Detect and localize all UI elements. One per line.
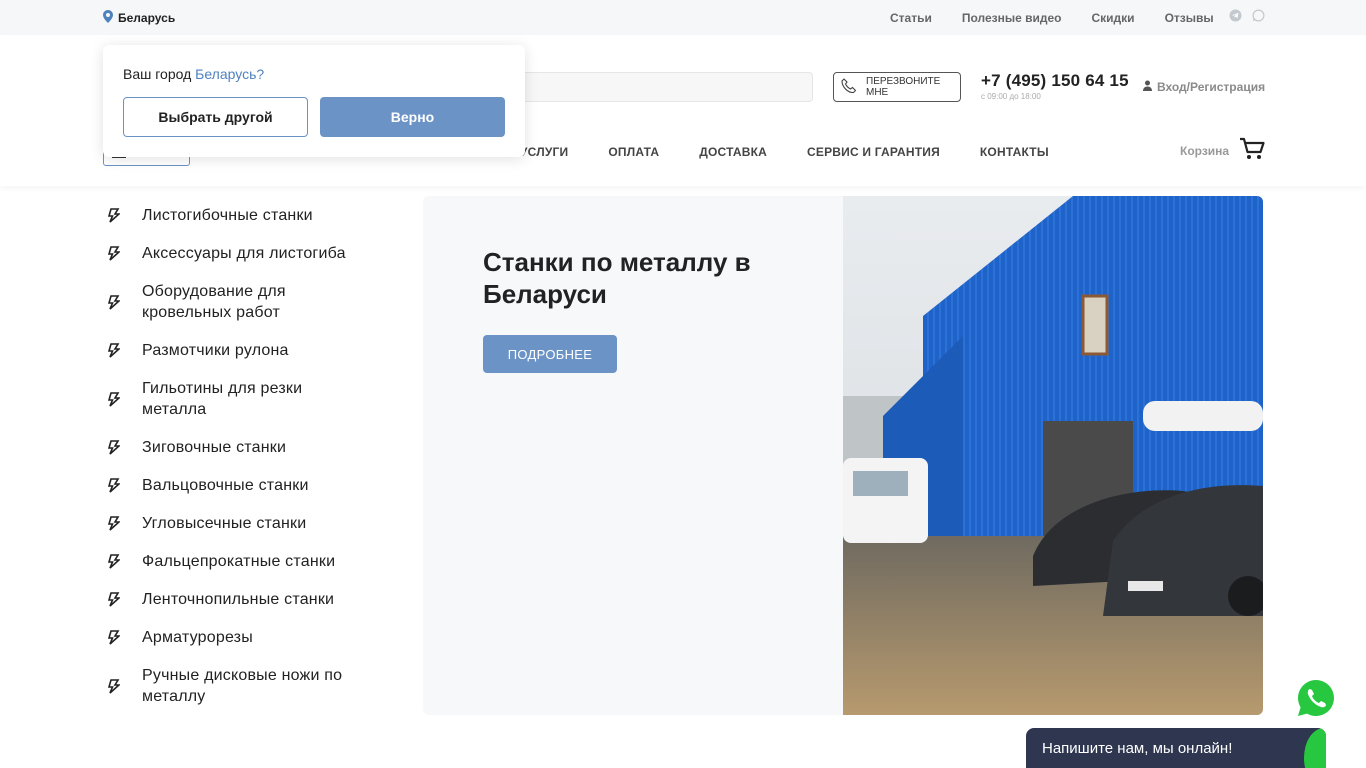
category-item[interactable]: Размотчики рулона: [103, 340, 403, 361]
city-confirm-popup: Ваш город Беларусь? Выбрать другой Верно: [103, 45, 525, 157]
category-label: Вальцовочные станки: [142, 477, 309, 494]
work-hours: с 09:00 до 18:00: [981, 92, 1041, 101]
top-nav-reviews[interactable]: Отзывы: [1165, 11, 1214, 25]
confirm-city-button[interactable]: Верно: [320, 97, 505, 137]
top-nav-articles[interactable]: Статьи: [890, 11, 932, 25]
login-link[interactable]: Вход/Регистрация: [1143, 80, 1265, 94]
machine-icon: [103, 206, 125, 226]
more-button[interactable]: ПОДРОБНЕЕ: [483, 335, 617, 373]
whatsapp-icon: [1298, 680, 1334, 716]
machine-icon: [103, 628, 125, 648]
category-label: Арматурорезы: [142, 629, 253, 646]
category-item[interactable]: Аксессуары для листогиба: [103, 243, 403, 264]
phone-number[interactable]: +7 (495) 150 64 15: [981, 71, 1129, 91]
category-label: Ручные дисковые ножи по металлу: [142, 667, 343, 705]
category-item[interactable]: Фальцепрокатные станки: [103, 551, 403, 572]
location-pin-icon: [103, 10, 113, 26]
choose-other-city-button[interactable]: Выбрать другой: [123, 97, 308, 137]
phone-icon: [840, 77, 858, 98]
machine-icon: [103, 341, 125, 361]
machine-icon: [103, 476, 125, 496]
machine-icon: [103, 514, 125, 534]
machine-icon: [103, 389, 125, 409]
category-label: Оборудование для кровельных работ: [142, 283, 286, 321]
top-nav-discounts[interactable]: Скидки: [1092, 11, 1135, 25]
category-item[interactable]: Арматурорезы: [103, 627, 403, 648]
social-links: [1229, 9, 1265, 22]
category-item[interactable]: Ручные дисковые ножи по металлу: [103, 665, 403, 707]
category-item[interactable]: Зиговочные станки: [103, 437, 403, 458]
machine-icon: [103, 676, 125, 696]
top-nav: Статьи Полезные видео Скидки Отзывы: [890, 11, 1214, 25]
category-label: Аксессуары для листогиба: [142, 245, 346, 262]
phone-block: +7 (495) 150 64 15 с 09:00 до 18:00: [981, 71, 1129, 101]
whatsapp-button[interactable]: [1296, 678, 1336, 718]
banner-title: Станки по металлу в Беларуси: [483, 247, 751, 309]
banner-photo: [843, 196, 1263, 715]
nav-contacts[interactable]: КОНТАКТЫ: [980, 145, 1049, 159]
category-label: Листогибочные станки: [142, 207, 313, 224]
chat-accent: [1304, 728, 1326, 768]
region-selector[interactable]: Беларусь: [103, 10, 175, 26]
category-label: Гильотины для резки металла: [142, 380, 303, 418]
category-item[interactable]: Гильотины для резки металла: [103, 378, 403, 420]
main-nav: УСЛУГИ ОПЛАТА ДОСТАВКА СЕРВИС И ГАРАНТИЯ…: [520, 145, 1049, 159]
whatsapp-icon[interactable]: [1252, 9, 1265, 22]
machine-icon: [103, 292, 125, 312]
callback-button[interactable]: ПЕРЕЗВОНИТЕ МНЕ: [833, 72, 961, 102]
top-bar: Беларусь Статьи Полезные видео Скидки От…: [0, 0, 1366, 35]
category-label: Зиговочные станки: [142, 439, 287, 456]
machine-icon: [103, 244, 125, 264]
login-label: Вход/Регистрация: [1157, 80, 1266, 94]
category-label: Размотчики рулона: [142, 342, 289, 359]
chat-label: Напишите нам, мы онлайн!: [1042, 740, 1233, 757]
user-icon: [1143, 80, 1152, 94]
callback-label: ПЕРЕЗВОНИТЕ МНЕ: [866, 76, 941, 98]
hero-banner: Станки по металлу в Беларуси ПОДРОБНЕЕ: [423, 196, 1263, 715]
category-item[interactable]: Ленточнопильные станки: [103, 589, 403, 610]
category-item[interactable]: Вальцовочные станки: [103, 475, 403, 496]
machine-icon: [103, 438, 125, 458]
city-name: Беларусь?: [195, 66, 265, 82]
cart-icon: [1239, 137, 1265, 164]
cart-link[interactable]: Корзина: [1180, 137, 1265, 164]
category-item[interactable]: Листогибочные станки: [103, 205, 403, 226]
nav-payment[interactable]: ОПЛАТА: [608, 145, 659, 159]
category-label: Фальцепрокатные станки: [142, 553, 336, 570]
search-input[interactable]: [505, 72, 813, 102]
category-item[interactable]: Оборудование для кровельных работ: [103, 281, 403, 323]
category-item[interactable]: Угловысечные станки: [103, 513, 403, 534]
machine-icon: [103, 590, 125, 610]
category-label: Ленточнопильные станки: [142, 591, 335, 608]
nav-delivery[interactable]: ДОСТАВКА: [699, 145, 767, 159]
region-label: Беларусь: [118, 11, 176, 25]
nav-services[interactable]: УСЛУГИ: [520, 145, 568, 159]
top-nav-videos[interactable]: Полезные видео: [962, 11, 1062, 25]
nav-service-warranty[interactable]: СЕРВИС И ГАРАНТИЯ: [807, 145, 940, 159]
machine-icon: [103, 552, 125, 572]
cart-label: Корзина: [1180, 143, 1230, 158]
telegram-icon[interactable]: [1229, 9, 1242, 22]
city-question-text: Ваш город: [123, 66, 192, 82]
chat-widget[interactable]: Напишите нам, мы онлайн!: [1026, 728, 1326, 768]
category-label: Угловысечные станки: [142, 515, 307, 532]
city-question: Ваш город Беларусь?: [123, 66, 264, 82]
